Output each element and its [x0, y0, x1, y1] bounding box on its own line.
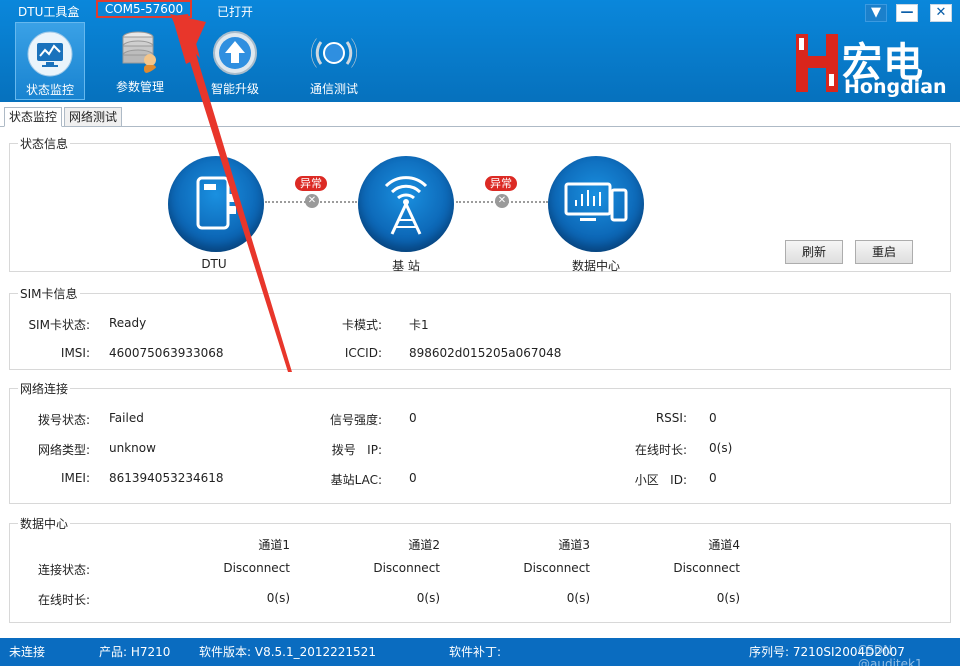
base-station-label: 基 站: [392, 259, 420, 273]
tool-label: 参数管理: [115, 80, 164, 94]
channel-status: Disconnect: [373, 561, 440, 575]
tab-status-monitor[interactable]: 状态监控: [4, 107, 63, 127]
dtu-label: DTU: [201, 257, 227, 271]
channel-header: 通道2: [408, 538, 440, 552]
product-info: 产品: H7210: [99, 645, 171, 659]
link-abnormal-badge: 异常: [485, 176, 517, 191]
com-port-label: COM5-57600: [96, 0, 192, 18]
network-type-value: unknow: [109, 441, 156, 455]
software-patch: 软件补丁:: [449, 645, 502, 659]
channel-status: Disconnect: [523, 561, 590, 575]
hongdian-logo: 宏电 Hongdian: [796, 28, 947, 98]
imsi-value: 460075063933068: [109, 346, 224, 360]
online-duration-label: 在线时长:: [634, 443, 687, 457]
dial-status-label: 拨号状态:: [37, 413, 90, 427]
channel-online: 0(s): [716, 591, 740, 605]
channel-header: 通道4: [708, 538, 740, 552]
cell-id-value: 0: [709, 471, 717, 485]
tool-label: 通信测试: [309, 82, 358, 96]
group-title: 网络连接: [18, 380, 71, 397]
watermark: CSDN @auditek1: [858, 643, 923, 666]
app-title: DTU工具盒: [18, 5, 80, 19]
close-button[interactable]: ✕: [930, 4, 952, 22]
tool-label: 状态监控: [25, 83, 74, 97]
group-title: SIM卡信息: [18, 285, 80, 302]
rssi-label: RSSI:: [655, 411, 687, 425]
imei-value: 861394053234618: [109, 471, 224, 485]
database-icon: [122, 31, 156, 73]
title-bar: DTU工具盒 COM5-57600 已打开 ▼ — ✕: [0, 0, 960, 22]
logo-text-en: Hongdian: [844, 76, 947, 98]
header-bar: DTU工具盒 COM5-57600 已打开 ▼ — ✕ 状态监控 参数管理 智能…: [0, 0, 960, 102]
cell-id-label: 小区 ID:: [634, 473, 687, 487]
dropdown-menu-button[interactable]: ▼: [865, 4, 887, 22]
dial-ip-label: 拨号 IP:: [331, 443, 382, 457]
network-type-label: 网络类型:: [37, 443, 90, 457]
data-center-node: [548, 156, 644, 252]
iccid-value: 898602d015205a067048: [409, 346, 562, 360]
dial-status-value: Failed: [109, 411, 144, 425]
sim-status-label: SIM卡状态:: [28, 318, 90, 332]
card-mode-label: 卡模式:: [341, 318, 382, 332]
server-monitor-icon: [564, 182, 628, 222]
dtu-device-icon: [196, 176, 236, 230]
upgrade-icon: [213, 31, 257, 75]
port-status: 已打开: [217, 5, 254, 19]
channel-online: 0(s): [566, 591, 590, 605]
imsi-label: IMSI:: [60, 346, 90, 360]
data-center-group: 数据中心: [9, 515, 951, 623]
tab-strip: 状态监控 网络测试: [0, 105, 960, 127]
restart-button[interactable]: 重启: [855, 240, 913, 264]
link-error-icon: ✕: [305, 194, 319, 208]
card-mode-value: 卡1: [409, 318, 429, 332]
imei-label: IMEI:: [60, 471, 90, 485]
channel-online: 0(s): [416, 591, 440, 605]
tab-network-test[interactable]: 网络测试: [64, 107, 123, 127]
connection-status-label: 连接状态:: [37, 563, 90, 577]
lac-label: 基站LAC:: [330, 473, 382, 487]
dc-online-duration-label: 在线时长:: [37, 593, 90, 607]
base-station-node: [358, 156, 454, 252]
sim-status-value: Ready: [109, 316, 147, 330]
data-center-label: 数据中心: [571, 259, 620, 273]
tool-label: 智能升级: [210, 82, 259, 96]
dtu-node: [168, 156, 264, 252]
tool-status-monitor[interactable]: 状态监控: [15, 22, 85, 100]
channel-header: 通道1: [258, 538, 290, 552]
minimize-button[interactable]: —: [896, 4, 918, 22]
group-title: 数据中心: [18, 515, 71, 532]
tower-icon: [384, 176, 428, 235]
online-duration-value: 0(s): [709, 441, 733, 455]
link-abnormal-badge: 异常: [295, 176, 327, 191]
channel-header: 通道3: [558, 538, 590, 552]
link-error-icon: ✕: [495, 194, 509, 208]
logo-mark-icon: [796, 34, 838, 92]
iccid-label: ICCID:: [344, 346, 382, 360]
channel-online: 0(s): [266, 591, 290, 605]
signal-strength-value: 0: [409, 411, 417, 425]
refresh-button[interactable]: 刷新: [785, 240, 843, 264]
signal-strength-label: 信号强度:: [329, 413, 382, 427]
tool-smart-upgrade[interactable]: 智能升级: [200, 22, 270, 100]
lac-value: 0: [409, 471, 417, 485]
channel-status: Disconnect: [223, 561, 290, 575]
group-title: 状态信息: [18, 135, 71, 152]
signal-test-icon: [311, 37, 357, 69]
software-version: 软件版本: V8.5.1_2012221521: [199, 645, 376, 659]
status-bar: 未连接 产品: H7210 软件版本: V8.5.1_2012221521 软件…: [0, 638, 960, 666]
tool-communication-test[interactable]: 通信测试: [299, 22, 369, 100]
tool-parameter-management[interactable]: 参数管理: [105, 22, 175, 100]
connection-state: 未连接: [9, 645, 46, 659]
channel-status: Disconnect: [673, 561, 740, 575]
rssi-value: 0: [709, 411, 717, 425]
monitor-icon: [27, 31, 73, 77]
